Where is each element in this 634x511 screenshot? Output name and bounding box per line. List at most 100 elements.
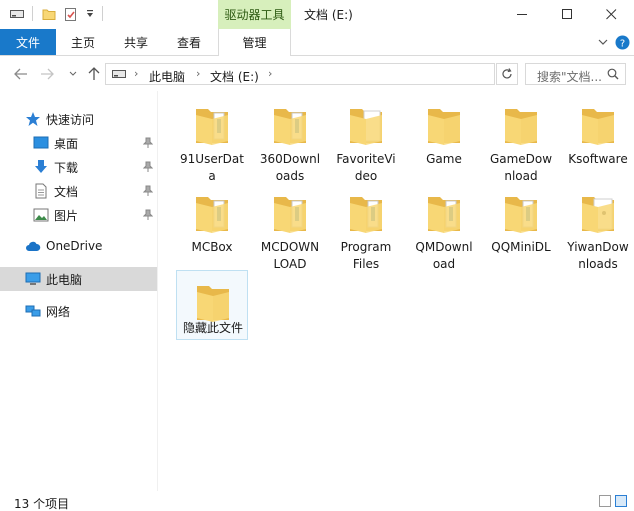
nav-onedrive[interactable]: OneDrive [0,235,157,259]
nav-this-pc[interactable]: 此电脑 [0,267,157,291]
refresh-button[interactable] [496,63,518,85]
breadcrumb-drive-e[interactable]: 文档 (E:) [210,68,259,85]
nav-label: 图片 [54,209,79,223]
search-placeholder: 搜索"文档... [537,70,602,84]
nav-label: 此电脑 [46,273,83,287]
expand-ribbon-button[interactable] [595,34,611,50]
back-button[interactable] [12,65,30,83]
nav-pictures[interactable]: 图片 [0,203,157,227]
folder-item[interactable]: QQMiniDL [485,182,557,268]
close-button[interactable] [589,0,634,29]
folder-item[interactable]: MCDOWN LOAD [254,182,326,271]
folder-item[interactable]: Program Files [330,182,402,271]
folder-item[interactable]: 隐藏此文件 [176,270,248,340]
folder-item[interactable]: 360Downl oads [254,94,326,183]
maximize-icon [562,9,572,19]
help-button[interactable]: ? [614,34,630,50]
folder-item[interactable]: FavoriteVi deo [330,94,402,183]
folder-name-line: 隐藏此文件 [182,321,243,335]
drive-tools-context-tab: 驱动器工具 [218,0,291,29]
folder-icon [274,197,306,233]
folder-name: Program Files [330,239,402,273]
folder-icon [350,109,382,145]
customize-quick-access-icon[interactable] [84,5,96,23]
ribbon-tab-bar: 文件 主页 共享 查看 管理 ? [0,29,634,56]
properties-quick-icon[interactable] [63,5,79,23]
nav-quick-access[interactable]: 快速访问 [0,107,157,131]
tab-file[interactable]: 文件 [0,29,56,55]
folder-item[interactable]: YiwanDow nloads [562,182,634,271]
refresh-icon [502,68,512,79]
qa-separator [102,6,103,21]
search-input[interactable]: 搜索"文档... [525,63,626,85]
nav-label: 下载 [54,161,79,175]
nav-desktop[interactable]: 桌面 [0,131,157,155]
folder-icon [350,197,382,233]
nav-documents[interactable]: 文档 [0,179,157,203]
recent-locations-button[interactable] [64,65,82,83]
svg-text:?: ? [619,38,624,49]
file-list: 91UserDat a 360Downl oads FavoriteVi deo Game G… [160,91,634,491]
folder-name: FavoriteVi deo [330,151,402,185]
folder-item[interactable]: Game [408,94,480,180]
folder-item[interactable]: MCBox [176,182,248,268]
minimize-button[interactable] [500,0,545,29]
picture-icon [33,208,49,222]
new-folder-quick-icon[interactable] [41,5,57,23]
download-icon [35,160,47,173]
nav-downloads[interactable]: 下载 [0,155,157,179]
folder-icon [582,109,614,145]
folder-name: Ksoftware [562,151,634,168]
folder-name: 隐藏此文件 [177,320,249,337]
folder-name-line: QMDownl [415,240,473,254]
up-button[interactable] [85,65,103,83]
tab-view[interactable]: 查看 [170,29,208,55]
folder-name-line: 91UserDat [180,152,244,166]
address-bar-row: › 此电脑 › 文档 (E:) › 搜索"文档... [0,57,634,91]
document-icon [35,183,47,199]
folder-icon [428,197,460,233]
folder-name: YiwanDow nloads [562,239,634,273]
breadcrumb-this-pc[interactable]: 此电脑 [149,68,185,85]
breadcrumb-separator: › [134,67,139,80]
chevron-down-icon [69,71,77,76]
folder-icon [428,109,460,145]
folder-name-line: QQMiniDL [491,240,551,254]
navigation-pane: 快速访问 桌面 下载 文档 图片 OneDrive 此电脑 网络 [0,91,158,491]
folder-name: MCBox [176,239,248,256]
folder-item[interactable]: GameDow nload [485,94,557,183]
nav-network[interactable]: 网络 [0,299,157,323]
folder-name-line: nloads [578,257,618,271]
folder-name: GameDow nload [485,151,557,185]
folder-name-line: Game [426,152,462,166]
desktop-icon [33,136,49,149]
address-input[interactable]: › 此电脑 › 文档 (E:) › [105,63,495,85]
qa-separator [32,6,33,21]
large-icons-view-button[interactable] [615,495,627,507]
arrow-left-icon [14,68,27,80]
forward-button[interactable] [38,65,56,83]
folder-name: QMDownl oad [408,239,480,273]
folder-icon [274,109,306,145]
folder-item[interactable]: 91UserDat a [176,94,248,183]
arrow-right-icon [41,68,54,80]
folder-name-line: Ksoftware [568,152,628,166]
title-bar: 驱动器工具 文档 (E:) [0,0,634,29]
folder-name-line: Files [352,257,380,271]
maximize-button[interactable] [545,0,590,29]
pin-icon [143,137,153,148]
tab-home[interactable]: 主页 [64,29,102,55]
folder-name-line: FavoriteVi [336,152,396,166]
folder-item[interactable]: Ksoftware [562,94,634,180]
drive-icon [112,70,126,78]
folder-item[interactable]: QMDownl oad [408,182,480,271]
item-count: 13 个项目 [14,497,70,511]
search-icon [607,68,619,80]
pin-icon [143,185,153,196]
details-view-button[interactable] [599,495,611,507]
tab-share[interactable]: 共享 [117,29,155,55]
folder-name: 360Downl oads [254,151,326,185]
tab-manage[interactable]: 管理 [218,29,291,56]
folder-icon [197,286,229,322]
folder-name-line: Program [340,240,392,254]
